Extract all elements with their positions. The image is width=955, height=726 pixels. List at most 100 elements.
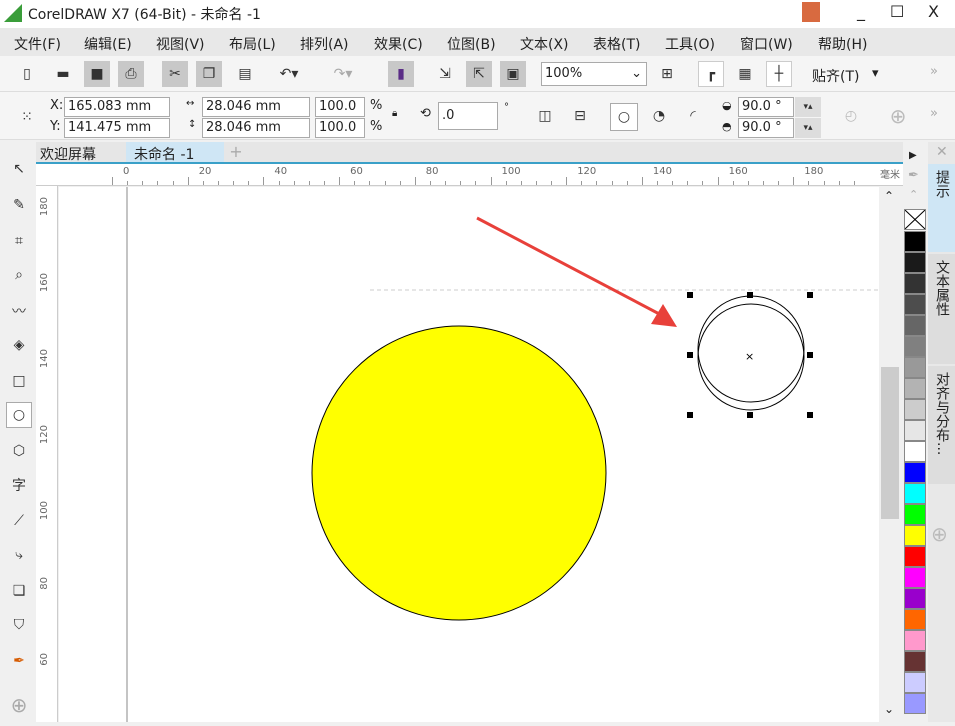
docker-tab-align[interactable]: 对齐与分布... xyxy=(928,366,955,484)
color-swatch[interactable] xyxy=(904,231,926,252)
color-swatch[interactable] xyxy=(904,399,926,420)
color-swatch[interactable] xyxy=(904,609,926,630)
save-icon[interactable]: ■ xyxy=(84,61,110,87)
paste-icon[interactable]: ▤ xyxy=(232,61,258,87)
circle-outline[interactable] xyxy=(697,295,805,403)
color-swatch[interactable] xyxy=(904,294,926,315)
color-swatch[interactable] xyxy=(904,420,926,441)
start-angle-input[interactable]: 90.0 ° xyxy=(738,97,794,117)
lock-ratio-icon[interactable]: 🔒︎ xyxy=(392,108,397,119)
palette-scroll-up-icon[interactable]: ⌃ xyxy=(909,188,918,201)
mirror-vertical-icon[interactable]: ⊟ xyxy=(567,103,593,129)
menu-edit[interactable]: 编辑(E) xyxy=(84,34,132,54)
eyedropper-icon[interactable]: ✒ xyxy=(6,648,32,674)
rectangle-tool-icon[interactable]: □ xyxy=(6,368,32,394)
palette-menu-icon[interactable]: ▶ xyxy=(909,150,917,161)
color-swatch[interactable] xyxy=(904,630,926,651)
rulers-icon[interactable]: ┏ xyxy=(698,61,724,87)
horizontal-ruler[interactable]: 0 20 40 60 80 100 120 140 160 180 毫米 xyxy=(36,164,904,186)
shape-tool-icon[interactable]: ✎ xyxy=(6,192,32,218)
menu-arrange[interactable]: 排列(A) xyxy=(300,34,349,54)
scale-y-input[interactable]: 100.0 xyxy=(315,118,365,138)
close-docker-icon[interactable]: ✕ xyxy=(936,144,948,160)
drop-shadow-icon[interactable]: ❏ xyxy=(6,578,32,604)
scale-x-input[interactable]: 100.0 xyxy=(315,97,365,117)
menu-layout[interactable]: 布局(L) xyxy=(229,34,276,54)
menu-help[interactable]: 帮助(H) xyxy=(818,34,867,54)
polygon-tool-icon[interactable]: ⬡ xyxy=(6,438,32,464)
user-avatar[interactable] xyxy=(802,2,820,22)
color-swatch[interactable] xyxy=(904,525,926,546)
tab-untitled[interactable]: 未命名 -1 xyxy=(126,142,224,163)
color-swatch[interactable] xyxy=(904,378,926,399)
connector-tool-icon[interactable]: ⤷ xyxy=(6,542,32,568)
docker-tab-text-properties[interactable]: 文本属性 xyxy=(928,254,955,364)
menu-view[interactable]: 视图(V) xyxy=(156,34,205,54)
crop-tool-icon[interactable]: ⌗ xyxy=(6,228,32,254)
color-swatch[interactable] xyxy=(904,441,926,462)
vertical-ruler[interactable]: 180 160 140 120 100 80 60 xyxy=(36,186,58,722)
no-color-swatch[interactable] xyxy=(904,209,926,230)
drawing-canvas[interactable]: × xyxy=(59,187,879,722)
color-swatch[interactable] xyxy=(904,672,926,693)
eyedropper-icon[interactable]: ✒ xyxy=(908,168,919,183)
pick-tool-icon[interactable]: ↖ xyxy=(6,156,32,182)
snap-to-dropdown[interactable]: 贴齐(T) xyxy=(812,66,859,86)
rotation-input[interactable]: .0 xyxy=(438,102,498,130)
pie-mode-icon[interactable]: ◔ xyxy=(646,103,672,129)
copy-icon[interactable]: ❐ xyxy=(196,61,222,87)
scroll-down-icon[interactable]: ⌄ xyxy=(884,702,894,716)
print-icon[interactable]: ⎙ xyxy=(118,61,144,87)
new-tab-icon[interactable]: + xyxy=(226,142,246,162)
dimension-tool-icon[interactable]: ⟋ xyxy=(6,508,32,534)
height-input[interactable]: 28.046 mm xyxy=(202,118,310,138)
close-button[interactable]: X xyxy=(928,2,939,21)
redo-icon[interactable]: ↷▾ xyxy=(330,61,356,87)
mirror-horizontal-icon[interactable]: ◫ xyxy=(532,103,558,129)
overflow-icon[interactable]: » xyxy=(930,64,938,79)
guidelines-icon[interactable]: ┼ xyxy=(766,61,792,87)
x-position-input[interactable]: 165.083 mm xyxy=(64,97,170,117)
cut-icon[interactable]: ✂ xyxy=(162,61,188,87)
open-icon[interactable]: ▬ xyxy=(50,61,76,87)
maximize-button[interactable]: ☐ xyxy=(890,2,904,21)
width-input[interactable]: 28.046 mm xyxy=(202,97,310,117)
menu-bitmaps[interactable]: 位图(B) xyxy=(447,34,496,54)
object-origin-icon[interactable]: ⁙ xyxy=(14,104,40,130)
add-docker-icon[interactable]: ⊕ xyxy=(931,522,948,546)
color-swatch[interactable] xyxy=(904,693,926,714)
publish-pdf-icon[interactable]: ▣ xyxy=(500,61,526,87)
grid-icon[interactable]: ▦ xyxy=(732,61,758,87)
menu-table[interactable]: 表格(T) xyxy=(593,34,640,54)
tab-welcome[interactable]: 欢迎屏幕 xyxy=(40,144,96,164)
color-swatch[interactable] xyxy=(904,273,926,294)
color-swatch[interactable] xyxy=(904,567,926,588)
scroll-up-icon[interactable]: ⌃ xyxy=(884,189,894,203)
start-angle-spinner[interactable]: ▾▴ xyxy=(795,97,821,117)
add-tool-icon[interactable]: ⊕ xyxy=(6,692,32,718)
menu-text[interactable]: 文本(X) xyxy=(520,34,569,54)
scroll-thumb[interactable] xyxy=(881,367,899,519)
color-swatch[interactable] xyxy=(904,357,926,378)
color-swatch[interactable] xyxy=(904,336,926,357)
menu-tools[interactable]: 工具(O) xyxy=(665,34,715,54)
ellipse-mode-icon[interactable]: ○ xyxy=(610,103,638,131)
ellipse-tool-icon[interactable]: ○ xyxy=(6,402,32,428)
smart-fill-icon[interactable]: ◈ xyxy=(6,332,32,358)
menu-window[interactable]: 窗口(W) xyxy=(740,34,793,54)
direction-icon[interactable]: ◴ xyxy=(838,103,864,129)
color-swatch[interactable] xyxy=(904,315,926,336)
transparency-icon[interactable]: ⛉ xyxy=(6,612,32,638)
import-icon[interactable]: ⇲ xyxy=(432,61,458,87)
minimize-button[interactable]: _ xyxy=(857,2,865,21)
new-icon[interactable]: ▯ xyxy=(14,61,40,87)
docker-tab-hints[interactable]: 提示 xyxy=(928,164,955,252)
vertical-scrollbar[interactable]: ⌃ ⌄ xyxy=(879,187,901,722)
freehand-tool-icon[interactable]: 〰 xyxy=(6,298,32,324)
yellow-circle[interactable] xyxy=(311,325,607,621)
full-screen-icon[interactable]: ⊞ xyxy=(654,61,680,87)
color-swatch[interactable] xyxy=(904,588,926,609)
menu-effects[interactable]: 效果(C) xyxy=(374,34,423,54)
end-angle-input[interactable]: 90.0 ° xyxy=(738,118,794,138)
add-icon[interactable]: ⊕ xyxy=(885,103,911,129)
